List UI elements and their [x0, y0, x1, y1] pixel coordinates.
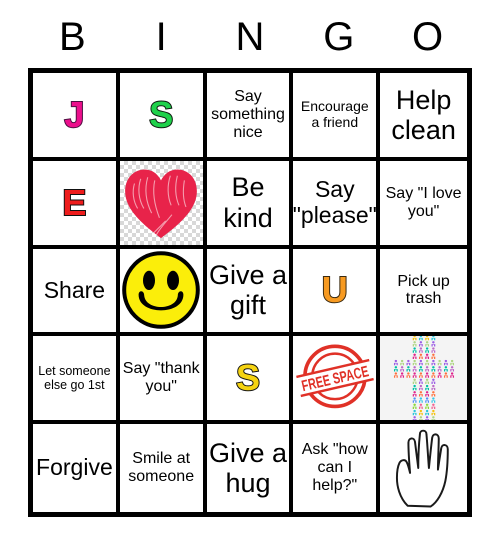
- free-space-stamp-icon: FREE SPACE: [293, 336, 376, 420]
- cell-hand-image[interactable]: [380, 424, 467, 512]
- cell-pick-up-trash[interactable]: Pick up trash: [380, 248, 467, 337]
- cell-share[interactable]: Share: [33, 248, 120, 337]
- cell-heart-image[interactable]: [119, 160, 207, 249]
- heart-icon: [125, 169, 198, 238]
- header-letter-g: G: [323, 15, 355, 59]
- cell-label: Say something nice: [211, 88, 285, 141]
- cell-let-someone-else-go-1st[interactable]: Let someone else go 1st: [33, 336, 120, 425]
- smiley-face-icon: [122, 251, 200, 330]
- heart-icon: [120, 161, 203, 245]
- bingo-header: B I N G O: [28, 8, 472, 66]
- cell-label: Say "I love you": [385, 184, 462, 220]
- cell-encourage-a-friend[interactable]: Encourage a friend: [293, 73, 381, 161]
- cell-label: Give a hug: [208, 437, 288, 499]
- bingo-letter-s-green[interactable]: S: [119, 73, 207, 161]
- cell-label: Ask "how can I help?": [301, 441, 368, 495]
- people-cross-icon: [380, 336, 467, 421]
- cell-be-kind[interactable]: Be kind: [206, 160, 294, 249]
- smiley-face-icon: [120, 249, 203, 333]
- open-hand-icon: [380, 424, 467, 512]
- people-cross-icon: [393, 336, 454, 421]
- bingo-letter-u[interactable]: U: [293, 248, 381, 337]
- header-letter-o: O: [412, 15, 444, 59]
- bingo-letter-glyph: J: [63, 93, 85, 135]
- cell-say-please[interactable]: Say "please": [293, 160, 381, 249]
- cell-label: Encourage a friend: [300, 98, 369, 130]
- bingo-letter-glyph: U: [321, 269, 349, 311]
- cell-ask-how-can-i-help[interactable]: Ask "how can I help?": [293, 424, 381, 512]
- bingo-letter-glyph: E: [61, 181, 87, 223]
- cell-label: Pick up trash: [397, 272, 450, 308]
- cell-say-i-love-you[interactable]: Say "I love you": [380, 160, 467, 249]
- bingo-letter-s-gold[interactable]: S: [206, 336, 294, 425]
- cell-label: Say "thank you": [122, 360, 200, 396]
- cell-give-a-hug[interactable]: Give a hug: [206, 424, 294, 512]
- cell-label: Say "please": [293, 175, 377, 228]
- free-space-stamp-icon: FREE SPACE: [295, 344, 374, 409]
- cell-label: Share: [43, 276, 106, 303]
- bingo-letter-glyph: S: [235, 357, 261, 399]
- cell-free-space[interactable]: FREE SPACE: [293, 336, 381, 425]
- cell-label: Give a gift: [208, 260, 288, 321]
- cell-label: Help clean: [391, 84, 456, 145]
- cell-smile-at-someone[interactable]: Smile at someone: [119, 424, 207, 512]
- header-letter-b: B: [59, 15, 86, 59]
- bingo-letter-j[interactable]: J: [33, 73, 120, 161]
- cell-help-clean[interactable]: Help clean: [380, 73, 467, 161]
- bingo-card: B I N G O J S Say something nice Encourage …: [0, 0, 502, 544]
- bingo-letter-glyph: S: [148, 93, 174, 135]
- header-letter-n: N: [235, 15, 265, 59]
- cell-say-thank-you[interactable]: Say "thank you": [119, 336, 207, 425]
- cell-label: Smile at someone: [128, 450, 195, 486]
- header-letter-i: I: [155, 15, 167, 59]
- cell-say-something-nice[interactable]: Say something nice: [206, 73, 294, 161]
- cell-smiley-image[interactable]: [119, 248, 207, 337]
- cell-label: Be kind: [223, 172, 273, 233]
- cell-forgive[interactable]: Forgive: [33, 424, 120, 512]
- cell-cross-image[interactable]: [380, 336, 467, 425]
- cell-label: Forgive: [36, 454, 113, 481]
- bingo-letter-e[interactable]: E: [33, 160, 120, 249]
- bingo-grid: J S Say something nice Encourage a friend He…: [28, 68, 472, 517]
- cell-give-a-gift[interactable]: Give a gift: [206, 248, 294, 337]
- open-hand-icon: [395, 429, 449, 508]
- cell-label: Let someone else go 1st: [38, 364, 111, 393]
